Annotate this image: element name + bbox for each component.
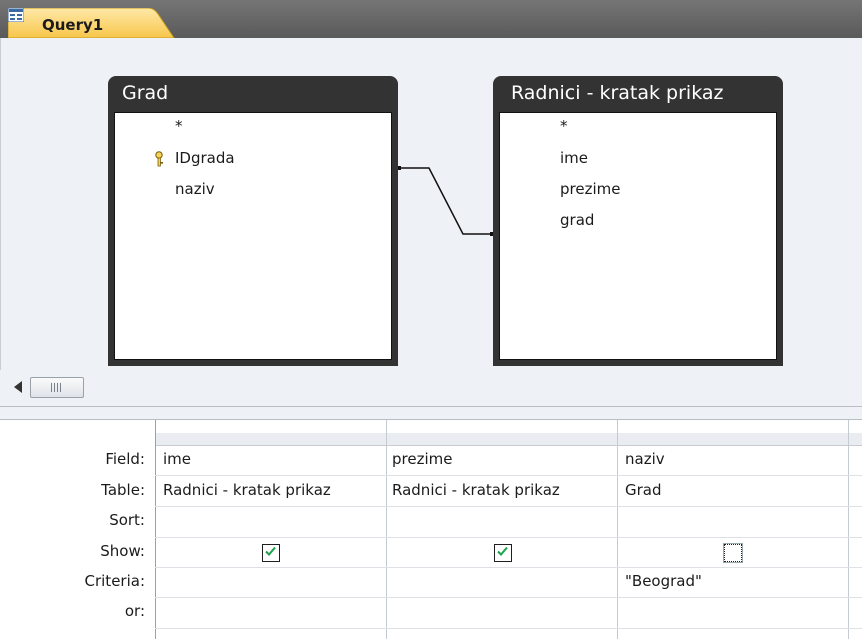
show-checkbox[interactable] — [494, 544, 512, 562]
table-title-grad: Grad — [122, 82, 169, 104]
field-item-ime[interactable]: ime — [560, 149, 588, 167]
primary-key-icon — [155, 151, 163, 167]
field-cell[interactable]: ime — [163, 450, 383, 468]
column-divider — [386, 420, 387, 639]
field-cell[interactable]: prezime — [392, 450, 614, 468]
scroll-left-arrow-icon[interactable] — [14, 381, 22, 393]
tab-title: Query1 — [42, 16, 104, 34]
row-label-or: or: — [124, 602, 145, 620]
show-checkbox[interactable] — [262, 544, 280, 562]
field-item-grad[interactable]: grad — [560, 211, 594, 229]
checkmark-icon — [497, 546, 508, 556]
row-divider — [155, 597, 862, 598]
column-selector[interactable] — [387, 433, 618, 446]
table-window-radnici[interactable]: Radnici - kratak prikaz * ime prezime gr… — [493, 76, 783, 366]
table-title-radnici: Radnici - kratak prikaz — [511, 82, 724, 104]
field-cell[interactable]: naziv — [625, 450, 845, 468]
column-divider — [617, 420, 618, 639]
query-design-area: Grad * IDgrada naziv Radnici - kratak pr… — [0, 38, 862, 370]
row-label-field: Field: — [105, 450, 145, 468]
show-checkbox[interactable] — [723, 543, 743, 563]
column-selector[interactable] — [156, 433, 387, 446]
row-label-table: Table: — [101, 481, 145, 499]
row-divider — [155, 475, 862, 476]
document-tab-strip: Query1 — [0, 0, 862, 38]
row-divider — [155, 506, 862, 507]
field-list-grad[interactable]: * IDgrada naziv — [114, 112, 392, 360]
field-item-all[interactable]: * — [175, 117, 183, 135]
pane-splitter[interactable] — [0, 407, 862, 420]
column-selector[interactable] — [618, 433, 849, 446]
column-divider — [848, 420, 849, 639]
row-divider — [155, 628, 862, 629]
column-selector[interactable] — [849, 433, 862, 446]
horizontal-scrollbar[interactable] — [0, 370, 862, 407]
row-label-criteria: Criteria: — [84, 572, 146, 590]
row-label-show: Show: — [100, 542, 145, 560]
row-label-sort: Sort: — [109, 511, 145, 529]
field-item-idgrada[interactable]: IDgrada — [175, 149, 235, 167]
row-divider — [155, 567, 862, 568]
table-cell[interactable]: Radnici - kratak prikaz — [392, 481, 614, 499]
row-divider — [155, 537, 862, 538]
scroll-thumb[interactable] — [30, 377, 84, 398]
criteria-cell[interactable]: "Beograd" — [625, 572, 845, 590]
checkmark-icon — [265, 546, 276, 556]
table-window-grad[interactable]: Grad * IDgrada naziv — [108, 76, 398, 366]
grip-icon — [51, 383, 63, 392]
table-cell[interactable]: Radnici - kratak prikaz — [163, 481, 383, 499]
query-icon — [8, 8, 24, 22]
table-cell[interactable]: Grad — [625, 481, 845, 499]
row-labels: Field: Table: Sort: Show: Criteria: or: — [0, 420, 156, 639]
field-item-naziv[interactable]: naziv — [175, 180, 215, 198]
tab-query1[interactable]: Query1 — [8, 8, 176, 38]
field-item-all[interactable]: * — [560, 117, 568, 135]
query-design-grid: Field: Table: Sort: Show: Criteria: or: … — [0, 420, 862, 639]
field-item-prezime[interactable]: prezime — [560, 180, 620, 198]
field-list-radnici[interactable]: * ime prezime grad — [499, 112, 777, 360]
